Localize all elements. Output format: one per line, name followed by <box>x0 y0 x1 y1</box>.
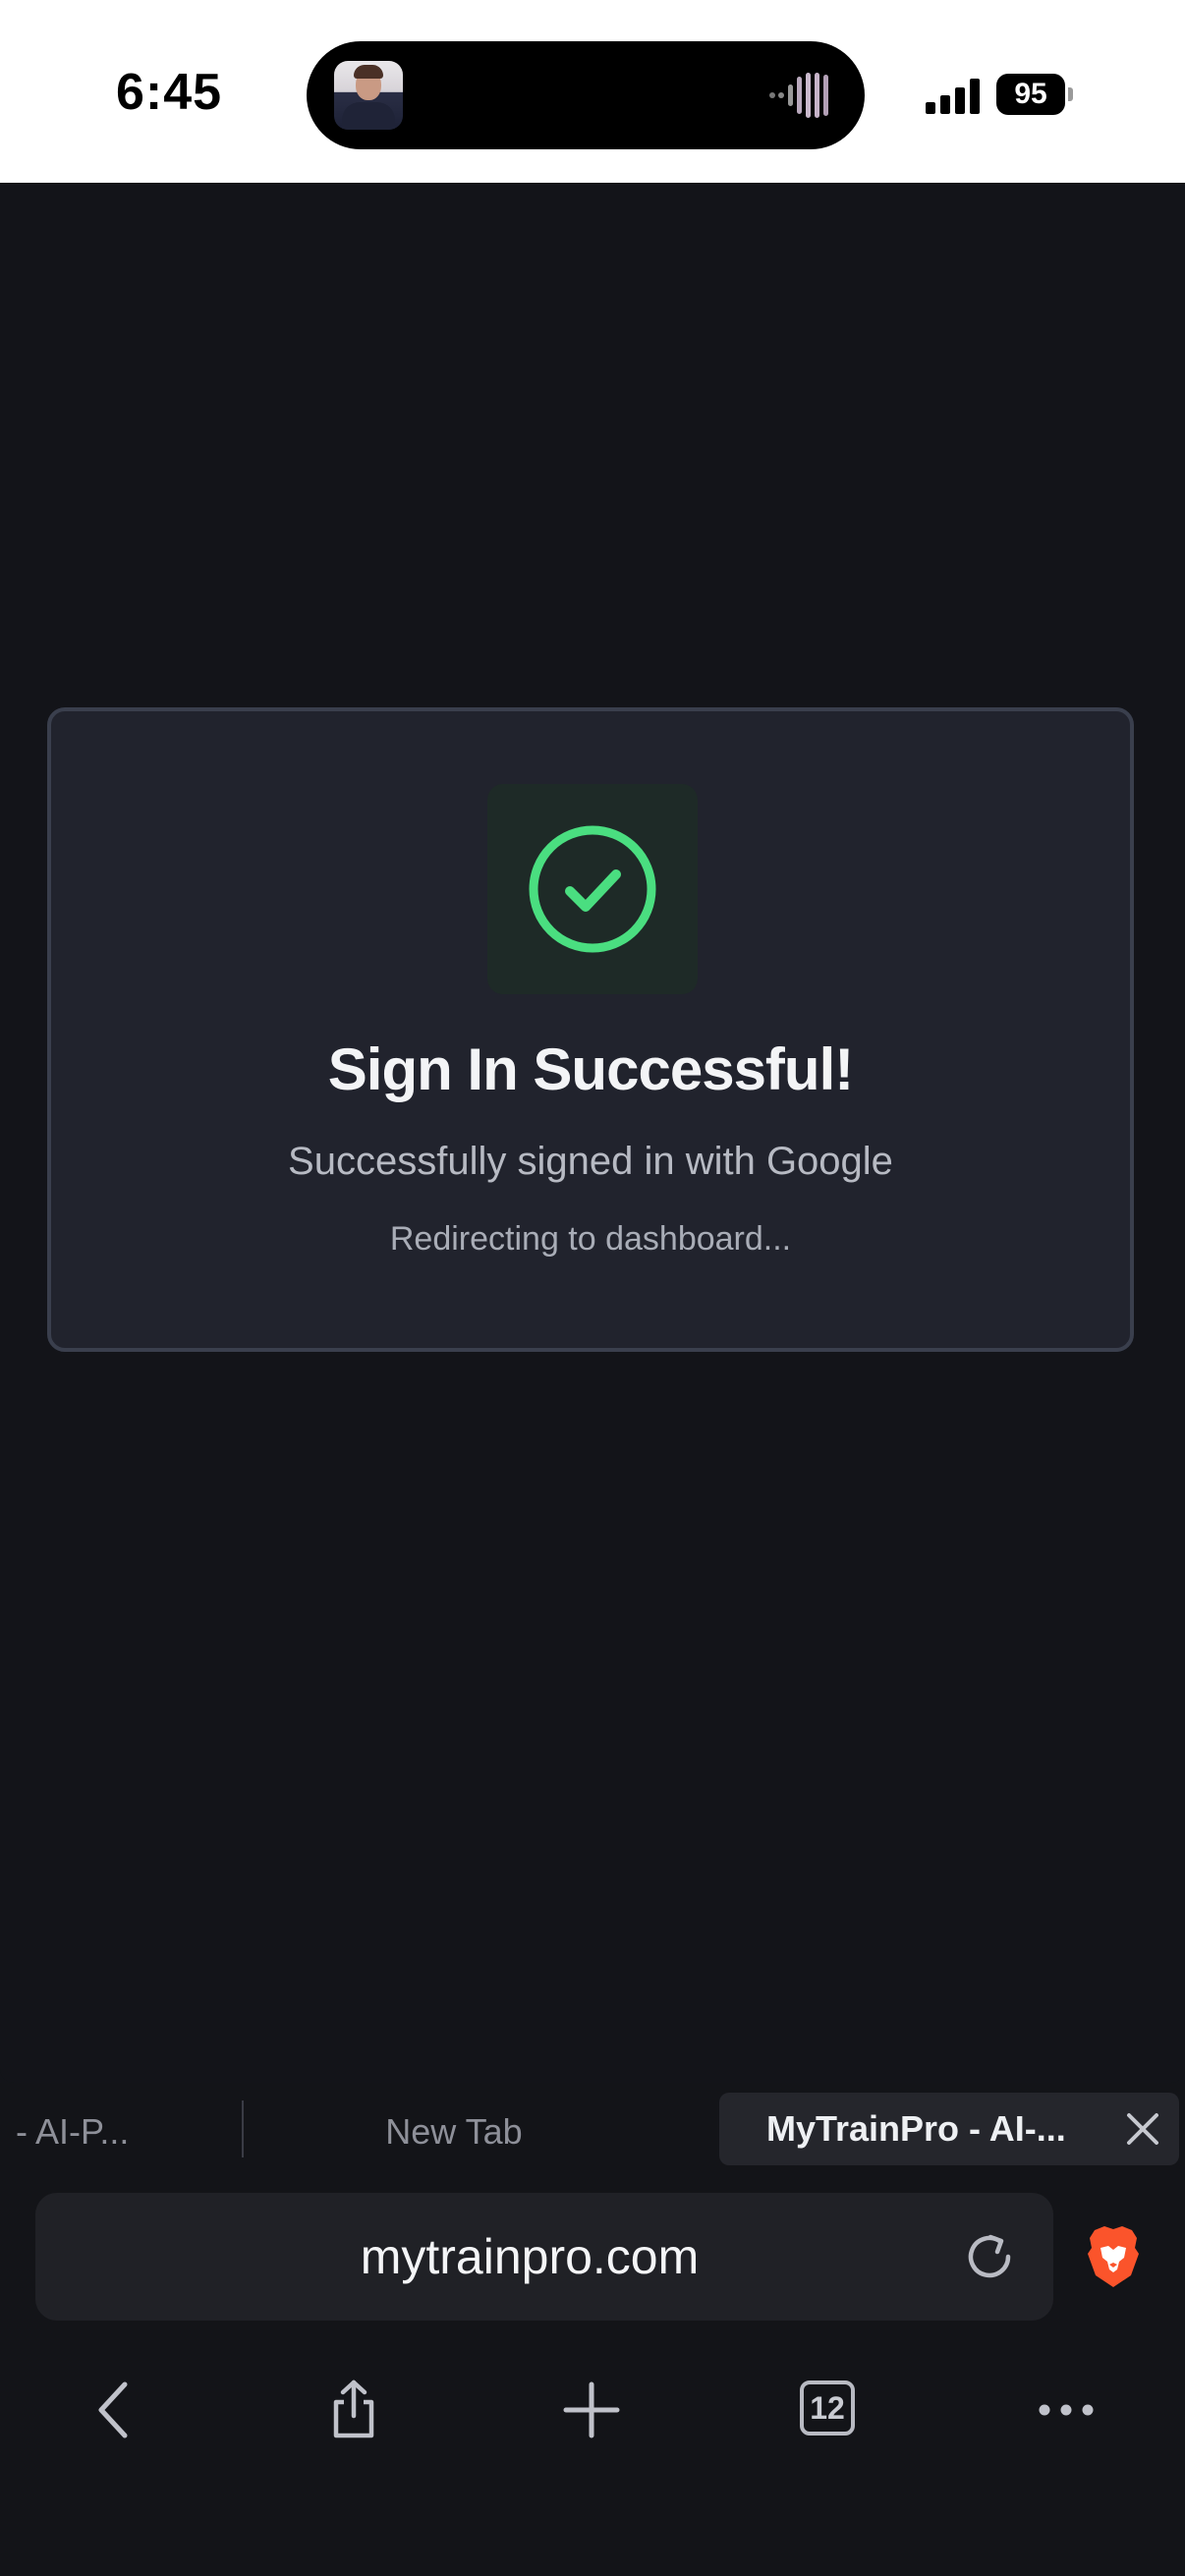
close-icon[interactable] <box>1120 2106 1165 2152</box>
tab-item[interactable]: New Tab <box>257 2097 650 2167</box>
menu-button[interactable] <box>1002 2346 1130 2474</box>
url-text[interactable]: mytrainpro.com <box>35 2193 1053 2321</box>
plus-icon <box>563 2381 620 2438</box>
more-icon <box>1039 2404 1094 2416</box>
dynamic-island[interactable] <box>307 41 865 149</box>
web-content: Sign In Successful! Successfully signed … <box>0 183 1185 2083</box>
tab-label: MyTrainPro - AI-... <box>766 2108 1066 2149</box>
share-icon <box>333 2380 374 2438</box>
reload-icon[interactable] <box>961 2228 1018 2285</box>
tab-divider <box>242 2100 244 2157</box>
redirect-note: Redirecting to dashboard... <box>389 1220 792 1258</box>
card-title: Sign In Successful! <box>327 1036 854 1102</box>
status-time: 6:45 <box>116 64 223 121</box>
tabs-button[interactable]: 12 <box>765 2346 893 2474</box>
tab-item[interactable]: - AI-P... <box>16 2097 222 2167</box>
tab-strip: - AI-P... New Tab MyTrainPro - AI-... <box>0 2083 1185 2177</box>
battery-tip <box>1068 87 1073 101</box>
tab-count: 12 <box>800 2380 855 2436</box>
card-subtitle: Successfully signed in with Google <box>288 1140 893 1183</box>
brave-lion-icon[interactable] <box>1085 2224 1142 2289</box>
status-bar: 6:45 95 <box>0 0 1185 183</box>
sign-in-success-card: Sign In Successful! Successfully signed … <box>47 707 1134 1352</box>
now-playing-avatar <box>334 61 403 130</box>
battery-indicator: 95 <box>996 74 1065 115</box>
check-circle-icon <box>529 825 656 953</box>
browser-chrome: - AI-P... New Tab MyTrainPro - AI-... my… <box>0 2083 1185 2576</box>
audio-wave-icon <box>769 73 828 118</box>
cellular-signal-icon <box>926 79 980 114</box>
new-tab-button[interactable] <box>528 2346 655 2474</box>
share-button[interactable] <box>290 2346 418 2474</box>
tab-item-active[interactable]: MyTrainPro - AI-... <box>719 2093 1179 2165</box>
bottom-toolbar: 12 <box>0 2346 1185 2474</box>
address-bar[interactable]: mytrainpro.com <box>35 2193 1053 2321</box>
back-button[interactable] <box>53 2346 181 2474</box>
success-icon-container <box>487 784 698 994</box>
chevron-left-icon <box>98 2381 128 2438</box>
